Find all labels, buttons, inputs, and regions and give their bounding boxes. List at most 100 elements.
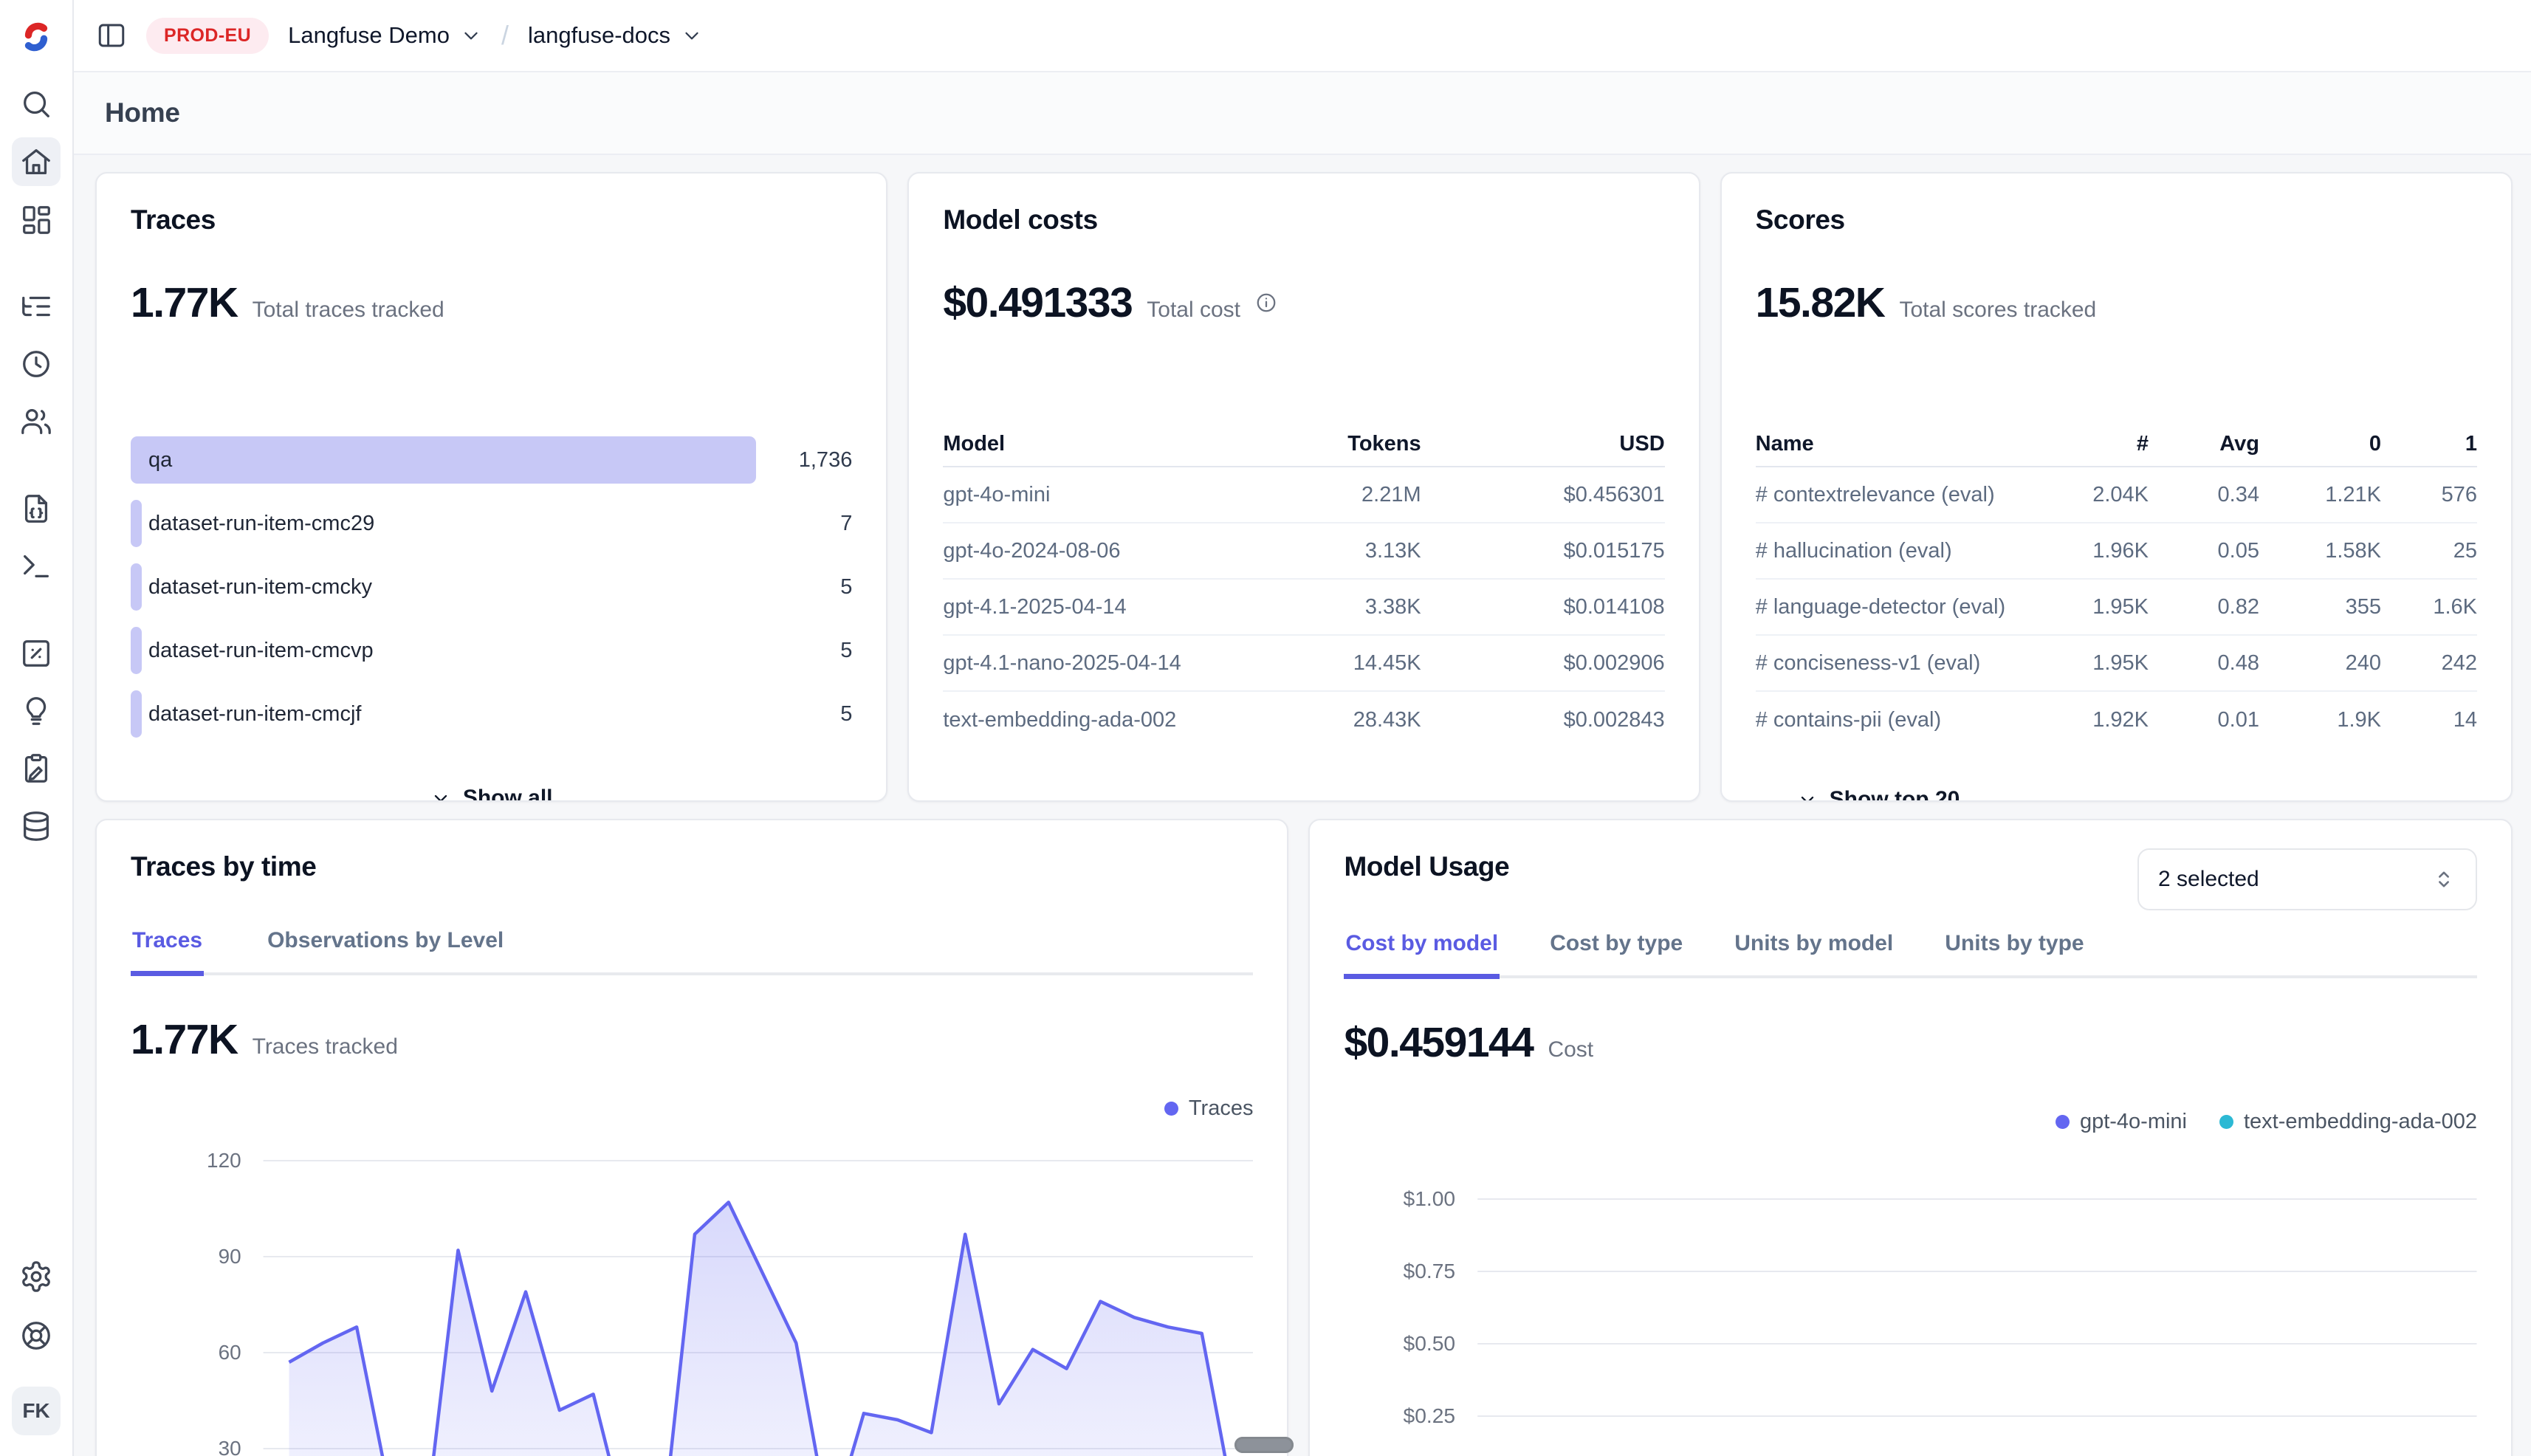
traces-by-time-tabs: Traces Observations by Level [131, 928, 1253, 975]
table-cell: 1.58K [2259, 539, 2381, 563]
sidebar-nav [12, 80, 61, 851]
sidebar-item-playground[interactable] [12, 542, 61, 591]
sidebar-item-annotation[interactable] [12, 744, 61, 793]
svg-text:120: 120 [207, 1148, 241, 1171]
trace-name: dataset-run-item-cmcjf [148, 690, 361, 738]
model-select-dropdown[interactable]: 2 selected [2137, 848, 2477, 910]
sidebar-item-settings[interactable] [12, 1252, 61, 1301]
sidebar-item-support[interactable] [12, 1311, 61, 1360]
trace-name: dataset-run-item-cmc29 [148, 500, 374, 547]
tab-units-by-type[interactable]: Units by type [1943, 931, 2085, 979]
datasets-icon [19, 809, 53, 843]
table-row: gpt-4o-2024-08-063.13K$0.015175 [943, 523, 1664, 580]
trace-name: qa [148, 436, 172, 484]
model-costs-metric: $0.491333 Total cost [943, 278, 1664, 327]
trace-list-item[interactable]: dataset-run-item-cmcjf 5 [131, 690, 852, 738]
tracing-icon [19, 289, 53, 323]
main-area: PROD-EU Langfuse Demo / langfuse-docs Ho… [74, 0, 2531, 1456]
sidebar-item-home[interactable] [12, 137, 61, 186]
annotation-icon [19, 752, 53, 786]
trace-count: 5 [756, 575, 852, 600]
trace-bar [131, 436, 756, 484]
trace-bar [131, 563, 142, 611]
show-top-20-button[interactable]: Show top 20 [1793, 786, 1965, 802]
trace-bar-area: dataset-run-item-cmcky [131, 563, 756, 611]
tab-traces[interactable]: Traces [131, 928, 204, 976]
trace-count: 5 [756, 702, 852, 727]
sidebar-item-evaluation[interactable] [12, 629, 61, 678]
traces-metric: 1.77K Total traces tracked [131, 278, 852, 327]
table-cell: 3.38K [1200, 595, 1421, 619]
sidebar-item-datasets[interactable] [12, 802, 61, 851]
table-cell: 3.13K [1200, 539, 1421, 563]
sidebar: FK [0, 0, 74, 1456]
chart-legend: Traces [131, 1096, 1253, 1121]
model-costs-table: ModelTokensUSD gpt-4o-mini2.21M$0.456301… [943, 422, 1664, 748]
project-switcher[interactable]: langfuse-docs [528, 22, 703, 49]
user-avatar[interactable]: FK [12, 1387, 61, 1435]
metric-label: Total traces tracked [253, 298, 444, 323]
trace-bar-area: qa [131, 436, 756, 484]
card-title: Model Usage [1344, 851, 1509, 882]
traces-by-time-card: Traces by time TracesObservations by Lev… [95, 819, 1288, 1456]
org-switcher[interactable]: Langfuse Demo [288, 22, 482, 49]
table-cell: 1.6K [2381, 595, 2477, 619]
table-cell: 240 [2259, 651, 2381, 676]
tab-cost-by-model[interactable]: Cost by model [1344, 931, 1500, 979]
table-cell: 0.01 [2149, 708, 2259, 732]
sidebar-footer [12, 1252, 61, 1360]
traces-card: Traces 1.77K Total traces tracked qa1,73… [95, 172, 887, 802]
chevron-down-icon [460, 24, 482, 47]
horizontal-scrollbar-thumb[interactable] [1234, 1437, 1294, 1453]
table-cell: # contains-pii (eval) [1756, 708, 2034, 732]
sidebar-item-tracing[interactable] [12, 282, 61, 331]
show-all-button[interactable]: Show all [426, 785, 557, 802]
table-cell: gpt-4.1-2025-04-14 [943, 595, 1199, 619]
legend-item[interactable]: gpt-4o-mini [2056, 1110, 2187, 1134]
tab-cost-by-type[interactable]: Cost by type [1548, 931, 1684, 979]
trace-list-item[interactable]: dataset-run-item-cmcvp5 [131, 627, 852, 674]
scores-table: Name#Avg01 # contextrelevance (eval)2.04… [1756, 422, 2477, 748]
sidebar-item-users[interactable] [12, 397, 61, 446]
metric-label: Traces tracked [253, 1034, 398, 1060]
model-usage-tabs: Cost by model Cost by type Units by model U… [1344, 931, 2477, 978]
tab-observations-by-level[interactable]: Observations by Level [266, 928, 505, 976]
sidebar-item-dashboards[interactable] [12, 195, 61, 244]
info-icon[interactable] [1255, 292, 1277, 314]
panel-left-icon [96, 20, 127, 51]
sidebar-item-evaluators[interactable] [12, 687, 61, 735]
trace-list-item[interactable]: dataset-run-item-cmc297 [131, 500, 852, 547]
metric-value: 15.82K [1756, 278, 1885, 327]
metric-label: Total scores tracked [1899, 298, 2096, 323]
table-cell: $0.002843 [1421, 708, 1665, 732]
org-name: Langfuse Demo [288, 22, 450, 49]
table-cell: $0.002906 [1421, 651, 1665, 676]
table-cell: 1.9K [2259, 708, 2381, 732]
table-cell: 25 [2381, 539, 2477, 563]
page-header: Home [74, 71, 2531, 155]
table-cell: 0.82 [2149, 595, 2259, 619]
sidebar-item-search[interactable] [12, 80, 61, 128]
chevron-down-icon [1797, 789, 1818, 802]
legend-label: gpt-4o-mini [2080, 1110, 2187, 1134]
table-cell: $0.456301 [1421, 483, 1665, 507]
legend-item[interactable]: Traces [1164, 1096, 1254, 1121]
sidebar-item-sessions[interactable] [12, 340, 61, 388]
table-row: gpt-4.1-2025-04-143.38K$0.014108 [943, 580, 1664, 636]
trace-list-item[interactable]: qa1,736 [131, 436, 852, 484]
dashboard-content: Traces 1.77K Total traces tracked qa1,73… [74, 155, 2531, 1456]
trace-list-item[interactable]: dataset-run-item-cmcky5 [131, 563, 852, 611]
evaluation-icon [19, 636, 53, 670]
table-cell: 242 [2381, 651, 2477, 676]
table-cell: 14 [2381, 708, 2477, 732]
tab-units-by-model[interactable]: Units by model [1733, 931, 1895, 979]
traces-by-time-metric: 1.77K Traces tracked [131, 1015, 1253, 1064]
svg-text:$0.25: $0.25 [1404, 1404, 1456, 1427]
sidebar-item-prompts[interactable] [12, 484, 61, 533]
legend-item[interactable]: text-embedding-ada-002 [2219, 1110, 2477, 1134]
table-cell: 2.04K [2034, 483, 2149, 507]
scores-card: Scores 15.82K Total scores tracked Name#… [1720, 172, 2513, 802]
langfuse-logo[interactable] [16, 16, 57, 58]
column-header: 1 [2381, 432, 2477, 456]
sidebar-toggle-button[interactable] [96, 20, 127, 51]
